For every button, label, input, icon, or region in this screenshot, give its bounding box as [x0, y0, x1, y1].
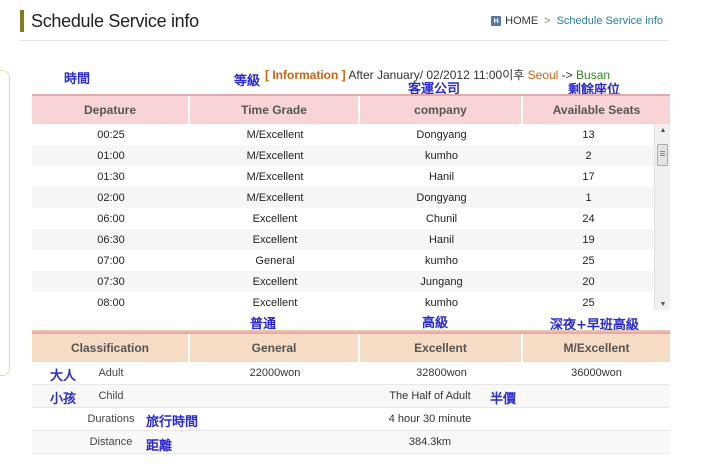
- departure-time: 01:00: [97, 149, 125, 162]
- home-icon[interactable]: H: [491, 16, 502, 26]
- time-grade: Excellent: [252, 212, 298, 225]
- time-grade: General: [255, 254, 295, 267]
- breadcrumb-separator: >: [544, 15, 551, 27]
- scroll-down-icon[interactable]: ▼: [655, 298, 670, 310]
- available-seats: 25: [582, 254, 595, 267]
- annotation-adult: 大人: [50, 369, 77, 384]
- departure-time: 01:30: [97, 170, 125, 183]
- time-grade: M/Excellent: [246, 191, 304, 204]
- time-grade: Excellent: [252, 296, 298, 309]
- available-seats: 2: [585, 149, 592, 162]
- departure-time: 06:30: [97, 233, 125, 246]
- adult-excellent-fare: 32800won: [416, 367, 467, 379]
- distance-value: 384.3km: [408, 436, 452, 448]
- table-row[interactable]: 07:30 Excellent Jungang 20: [32, 271, 654, 292]
- table-row[interactable]: 00:25 M/Excellent Dongyang 13: [32, 124, 654, 145]
- header-general: General: [190, 334, 360, 362]
- duration-row: Durations 4 hour 30 minute: [32, 408, 670, 431]
- schedule-header-row: Depature Time Grade company Available Se…: [32, 94, 670, 124]
- fare-header-row: Classification General Excellent M/Excel…: [32, 332, 670, 362]
- bus-company: Hanil: [428, 170, 455, 183]
- annotation-half: 半價: [490, 392, 517, 407]
- fare-row-child: Child The Half of Adult: [32, 385, 670, 408]
- duration-value: 4 hour 30 minute: [388, 413, 472, 425]
- schedule-rows: 00:25 M/Excellent Dongyang 13 01:00 M/Excelle…: [32, 124, 654, 310]
- scroll-up-icon[interactable]: ▲: [655, 124, 670, 136]
- available-seats: 17: [582, 170, 595, 183]
- departure-time: 08:00: [97, 296, 125, 309]
- table-row[interactable]: 06:00 Excellent Chunil 24: [32, 208, 654, 229]
- departure-time: 07:00: [97, 254, 125, 267]
- header-divider: [20, 40, 668, 41]
- annotation-excellent: 高級: [422, 316, 449, 331]
- breadcrumb: H HOME > Schedule Service info: [491, 15, 663, 27]
- available-seats: 19: [582, 233, 595, 246]
- breadcrumb-home[interactable]: HOME: [505, 15, 538, 27]
- departure-time: 00:25: [97, 128, 125, 141]
- time-grade: Excellent: [252, 233, 298, 246]
- title-marker: [20, 10, 24, 32]
- scroll-thumb[interactable]: [657, 144, 668, 166]
- adult-general-fare: 22000won: [249, 367, 301, 379]
- table-row[interactable]: 06:30 Excellent Hanil 19: [32, 229, 654, 250]
- time-grade: M/Excellent: [246, 128, 304, 141]
- available-seats: 24: [582, 212, 595, 225]
- bus-company: kumho: [424, 254, 459, 267]
- available-seats: 1: [585, 191, 592, 204]
- table-row[interactable]: 01:30 M/Excellent Hanil 17: [32, 166, 654, 187]
- header-available-seats: Available Seats: [552, 103, 641, 117]
- header-excellent: Excellent: [360, 334, 523, 362]
- table-row[interactable]: 01:00 M/Excellent kumho 2: [32, 145, 654, 166]
- table-row[interactable]: 08:00 Excellent kumho 25: [32, 292, 654, 310]
- side-panel-edge: [0, 70, 10, 376]
- schedule-body[interactable]: 00:25 M/Excellent Dongyang 13 01:00 M/Excelle…: [32, 124, 670, 310]
- departure-time: 07:30: [97, 275, 125, 288]
- annotation-grade: 等級: [234, 74, 261, 89]
- header-classification: Classification: [32, 334, 190, 362]
- header-company: company: [360, 96, 523, 124]
- fare-table: Classification General Excellent M/Excel…: [32, 332, 670, 454]
- departure-time: 06:00: [97, 212, 125, 225]
- bus-company: Dongyang: [416, 191, 467, 204]
- header-time-grade: Time Grade: [190, 96, 360, 124]
- bus-company: Jungang: [420, 275, 463, 288]
- route-origin: Seoul: [527, 68, 559, 82]
- table-row[interactable]: 02:00 M/Excellent Dongyang 1: [32, 187, 654, 208]
- adult-m-excellent-fare: 36000won: [571, 367, 622, 379]
- annotation-duration: 旅行時間: [146, 415, 199, 430]
- child-fare: The Half of Adult: [389, 390, 471, 402]
- page-title: Schedule Service info: [31, 10, 199, 31]
- annotation-time: 時間: [64, 72, 91, 87]
- fare-row-adult: Adult 22000won 32800won 36000won: [32, 362, 670, 385]
- schedule-table: Depature Time Grade company Available Se…: [32, 94, 670, 310]
- time-grade: M/Excellent: [246, 170, 304, 183]
- breadcrumb-current[interactable]: Schedule Service info: [557, 15, 663, 27]
- available-seats: 13: [582, 128, 595, 141]
- header-m-excellent: M/Excellent: [563, 341, 630, 355]
- departure-time: 02:00: [97, 191, 125, 204]
- bus-company: kumho: [424, 296, 459, 309]
- bus-company: Chunil: [425, 212, 458, 225]
- bus-company: Hanil: [428, 233, 455, 246]
- available-seats: 25: [582, 296, 595, 309]
- available-seats: 20: [582, 275, 595, 288]
- time-grade: M/Excellent: [246, 149, 304, 162]
- info-label: [ Information ]: [265, 68, 346, 82]
- distance-row: Distance 384.3km: [32, 431, 670, 454]
- bus-company: kumho: [424, 149, 459, 162]
- page-header: Schedule Service info: [20, 8, 199, 34]
- time-grade: Excellent: [252, 275, 298, 288]
- annotation-distance: 距離: [146, 439, 173, 454]
- schedule-scrollbar[interactable]: ▲ ▼: [654, 124, 670, 310]
- annotation-child: 小孩: [50, 392, 77, 407]
- table-row[interactable]: 07:00 General kumho 25: [32, 250, 654, 271]
- bus-company: Dongyang: [416, 128, 467, 141]
- header-departure: Depature: [32, 96, 190, 124]
